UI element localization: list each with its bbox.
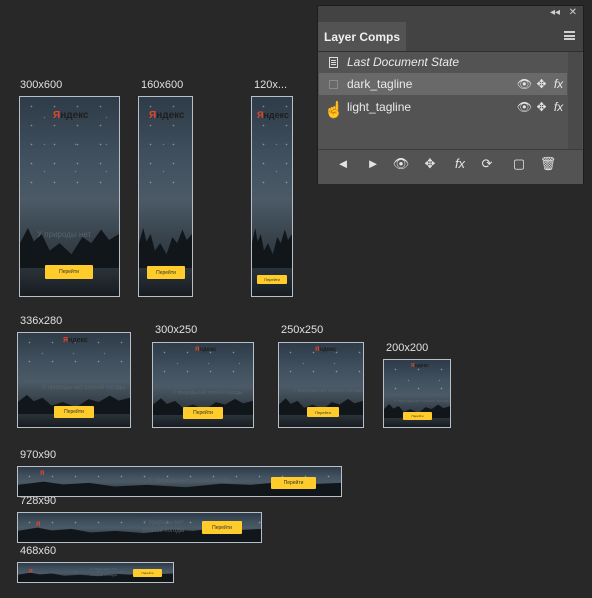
panel-menu-icon[interactable]: [564, 31, 575, 40]
size-label-250x250: 250x250: [281, 324, 324, 336]
panel-tab-bar: Layer Comps: [318, 22, 583, 52]
close-panel-icon[interactable]: ✕: [569, 7, 577, 18]
yandex-logo: Я: [40, 471, 45, 477]
previous-comp-button[interactable]: ◄: [331, 156, 355, 171]
banner-160x600[interactable]: Яндекс Перейти: [138, 96, 193, 297]
banner-250x250[interactable]: Яндекс У природы нет плохой погоды Перей…: [278, 342, 364, 428]
visibility-icon[interactable]: 👁: [516, 77, 533, 91]
cta-button[interactable]: Перейти: [183, 407, 223, 419]
comp-label: Last Document State: [347, 55, 460, 69]
panel-title-strip: ◂◂ ✕: [318, 6, 583, 22]
yandex-logo: Яндекс: [53, 110, 89, 121]
cta-button[interactable]: Перейти: [45, 265, 93, 279]
banner-728x90[interactable]: Я У природы нет плохой погоды Перейти: [17, 512, 262, 543]
new-comp-button[interactable]: ▢: [507, 156, 531, 172]
position-icon[interactable]: ✥: [533, 77, 550, 91]
comp-label: dark_tagline: [347, 77, 413, 91]
yandex-logo: Яндекс: [257, 110, 290, 120]
banner-tagline-line2: плохой погоды: [90, 572, 118, 577]
size-label-970x90: 970x90: [20, 449, 57, 461]
yandex-logo: Яндекс: [315, 347, 337, 353]
appearance-fx-icon[interactable]: fx: [550, 77, 567, 91]
cta-button[interactable]: Перейти: [403, 412, 432, 420]
appearance-fx-icon[interactable]: fx: [550, 100, 567, 114]
banner-tagline: У природы нет плохой погоды: [90, 566, 117, 578]
update-appearance-button[interactable]: fx: [448, 156, 472, 171]
banner-120x600[interactable]: Яндекс Перейти: [251, 96, 293, 297]
banner-200x200[interactable]: Яндекс У природы нет плохой погоды Перей…: [383, 359, 451, 428]
delete-comp-button[interactable]: 🗑: [536, 156, 560, 172]
collapse-panel-icon[interactable]: ◂◂: [550, 7, 560, 18]
tab-layer-comps[interactable]: Layer Comps: [318, 22, 406, 51]
banner-tagline: У природы нет плохой погоды: [293, 388, 363, 394]
size-label-200x200: 200x200: [386, 342, 429, 354]
banner-tagline-line2: плохой погоды: [143, 528, 185, 534]
apply-comp-checkbox[interactable]: [328, 79, 338, 89]
next-comp-button[interactable]: ►: [361, 156, 385, 171]
banner-tagline: У природы нет плохой погоды: [173, 390, 243, 396]
comp-row-dark-tagline[interactable]: dark_tagline 👁 ✥ fx: [319, 73, 567, 95]
size-label-300x600: 300x600: [20, 79, 63, 91]
yandex-logo: Я: [29, 569, 33, 575]
update-position-button[interactable]: ✥: [418, 156, 442, 172]
banner-300x600[interactable]: Яндекс У природы нет Перейти: [19, 96, 120, 297]
banner-tagline: У природы нет: [37, 230, 92, 239]
banner-970x90[interactable]: Я У природы нет плохой погоды Перейти: [17, 466, 342, 497]
panel-scrollbar[interactable]: [568, 52, 582, 149]
yandex-logo: Яндекс: [63, 337, 88, 344]
last-document-state-icon: [328, 56, 338, 68]
layer-comps-panel: ◂◂ ✕ Layer Comps Last Document State dar…: [317, 5, 584, 184]
cta-button[interactable]: Перейти: [202, 521, 242, 534]
cta-button[interactable]: Перейти: [307, 407, 339, 417]
yandex-logo: Яндекс: [195, 347, 217, 353]
cta-button[interactable]: Перейти: [257, 275, 287, 284]
hand-cursor-icon: ☝: [324, 102, 344, 119]
yandex-logo: Яндекс: [149, 110, 185, 121]
size-label-300x250: 300x250: [155, 324, 198, 336]
size-label-120x600: 120x...: [254, 79, 288, 91]
banner-lake: [279, 415, 363, 427]
banner-tagline: У природы нет плохой погоды: [148, 478, 232, 484]
yandex-logo: Я: [36, 522, 41, 528]
size-label-468x60: 468x60: [20, 545, 57, 557]
position-icon[interactable]: ✥: [533, 100, 550, 114]
cta-button[interactable]: Перейти: [271, 477, 316, 489]
banner-300x250[interactable]: Яндекс У природы нет плохой погоды Перей…: [152, 342, 254, 428]
comp-row-last-document-state[interactable]: Last Document State: [319, 51, 567, 73]
banner-tagline: У природы нет плохой погоды: [42, 385, 126, 391]
cta-button[interactable]: Перейти: [133, 569, 162, 577]
panel-footer-toolbar: ◄ ► 👁 ✥ fx ⟳ ▢ 🗑: [318, 149, 583, 184]
cta-button[interactable]: Перейти: [147, 266, 185, 279]
banner-tagline-line1: У природы нет: [143, 520, 184, 526]
visibility-icon[interactable]: 👁: [516, 100, 533, 114]
comp-row-light-tagline[interactable]: light_tagline 👁 ✥ fx: [319, 96, 567, 118]
size-label-160x600: 160x600: [141, 79, 184, 91]
banner-tagline: У природы нет плохой погоды: [143, 519, 184, 535]
banner-336x280[interactable]: Яндекс У природы нет плохой погоды Перей…: [17, 332, 131, 428]
update-visibility-button[interactable]: 👁: [389, 156, 413, 172]
size-label-336x280: 336x280: [20, 315, 63, 327]
banner-468x60[interactable]: Я У природы нет плохой погоды Перейти: [17, 562, 174, 583]
update-all-button[interactable]: ⟳: [475, 156, 499, 172]
banner-tagline: У природы нет плохой погоды: [394, 398, 450, 403]
comp-label: light_tagline: [347, 100, 412, 114]
yandex-logo: Яндекс: [411, 363, 429, 369]
cta-button[interactable]: Перейти: [54, 406, 94, 418]
